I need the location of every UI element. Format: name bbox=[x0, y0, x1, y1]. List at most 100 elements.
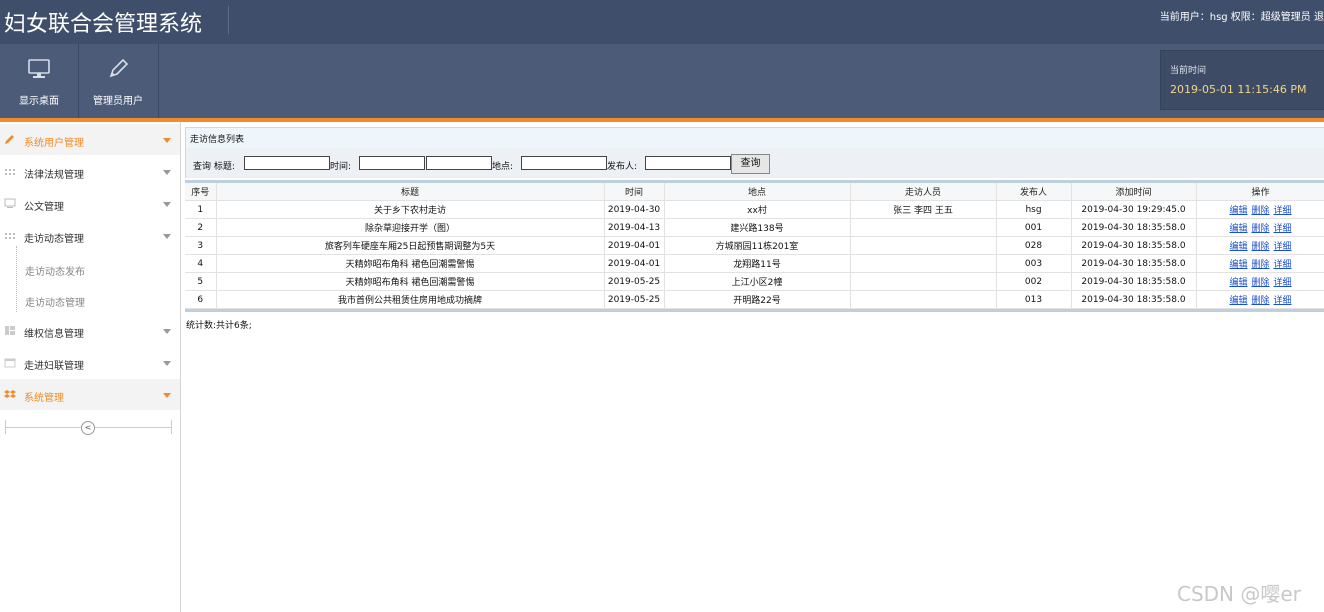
chevron-down-icon bbox=[163, 138, 171, 143]
detail-link[interactable]: 详细 bbox=[1274, 224, 1292, 234]
user-info: 当前用户：hsg 权限：超级管理员 退 bbox=[1159, 12, 1324, 23]
table-row: 4 天精妳昭布角科 裙色回潮需警惕 2019-04-01 龙翔路11号 003 … bbox=[185, 254, 1324, 273]
time-end-input[interactable] bbox=[426, 156, 492, 170]
cell-time: 2019-04-01 bbox=[604, 236, 665, 255]
cell-ops: 编辑 删除 详细 bbox=[1196, 254, 1324, 273]
detail-link[interactable]: 详细 bbox=[1274, 278, 1292, 288]
detail-link[interactable]: 详细 bbox=[1274, 296, 1292, 306]
submenu-visit-manage[interactable]: 走访动态管理 bbox=[25, 294, 85, 309]
delete-link[interactable]: 删除 bbox=[1251, 242, 1269, 252]
visits-table-wrap: 序号 标题 时间 地点 走访人员 发布人 添加时间 操作 1 关于乡下农村走访 … bbox=[185, 180, 1324, 312]
delete-link[interactable]: 删除 bbox=[1251, 278, 1269, 288]
publisher-input[interactable] bbox=[645, 156, 731, 170]
current-time-box: 当前时间 2019-05-01 11:15:46 PM bbox=[1160, 50, 1324, 110]
cell-added: 2019-04-30 18:35:58.0 bbox=[1071, 254, 1197, 273]
sidebar-item-federation[interactable]: 走进妇联管理 bbox=[0, 347, 180, 378]
time-start-input[interactable] bbox=[359, 156, 425, 170]
cell-place: 上江小区2幢 bbox=[664, 272, 851, 291]
detail-link[interactable]: 详细 bbox=[1274, 242, 1292, 252]
sidebar-item-label: 系统管理 bbox=[24, 393, 64, 404]
submenu-visit-publish[interactable]: 走访动态发布 bbox=[25, 263, 85, 278]
table-row: 5 天精妳昭布角科 裙色回潮需警惕 2019-05-25 上江小区2幢 002 … bbox=[185, 272, 1324, 291]
sidebar-item-documents[interactable]: 公文管理 bbox=[0, 188, 180, 219]
table-row: 3 旅客列车硬座车厢25日起预售期调整为5天 2019-04-01 方城丽园11… bbox=[185, 236, 1324, 255]
edit-link[interactable]: 编辑 bbox=[1229, 260, 1247, 270]
cell-no: 1 bbox=[185, 200, 217, 219]
search-title-label: 查询 标题: bbox=[193, 162, 235, 172]
chevron-down-icon bbox=[163, 202, 171, 207]
layout-icon bbox=[4, 325, 16, 336]
panel-header: 走访信息列表 bbox=[185, 127, 1324, 149]
search-time-label: 时间: bbox=[330, 162, 352, 172]
cell-no: 6 bbox=[185, 290, 217, 309]
sidebar-item-label: 公文管理 bbox=[24, 202, 64, 213]
sidebar-item-label: 系统用户管理 bbox=[24, 138, 84, 149]
cell-ops: 编辑 删除 详细 bbox=[1196, 200, 1324, 219]
edit-link[interactable]: 编辑 bbox=[1229, 278, 1247, 288]
edit-link[interactable]: 编辑 bbox=[1229, 242, 1247, 252]
col-header-title: 标题 bbox=[216, 183, 605, 201]
cell-place: 开明路22号 bbox=[664, 290, 851, 309]
show-desktop-button[interactable]: 显示桌面 bbox=[0, 44, 79, 118]
title-divider bbox=[228, 6, 229, 34]
sidebar-item-visits[interactable]: 走访动态管理 bbox=[0, 220, 180, 251]
sidebar-item-label: 走访动态管理 bbox=[24, 234, 84, 245]
visits-table: 序号 标题 时间 地点 走访人员 发布人 添加时间 操作 1 关于乡下农村走访 … bbox=[185, 183, 1324, 309]
cell-no: 2 bbox=[185, 218, 217, 237]
cell-time: 2019-04-30 bbox=[604, 200, 665, 219]
sidebar-item-laws[interactable]: 法律法规管理 bbox=[0, 156, 180, 187]
current-time-label: 当前时间 bbox=[1170, 66, 1207, 76]
delete-link[interactable]: 删除 bbox=[1251, 224, 1269, 234]
cell-publisher: 002 bbox=[996, 272, 1072, 291]
delete-link[interactable]: 删除 bbox=[1251, 296, 1269, 306]
cell-title: 旅客列车硬座车厢25日起预售期调整为5天 bbox=[216, 236, 605, 255]
record-count: 统计数:共计6条; bbox=[186, 321, 252, 331]
cell-ops: 编辑 删除 详细 bbox=[1196, 290, 1324, 309]
cell-added: 2019-04-30 18:35:58.0 bbox=[1071, 236, 1197, 255]
col-header-added: 添加时间 bbox=[1071, 183, 1197, 201]
search-bar: 查询 标题: 时间: 地点: 发布人: 查询 bbox=[185, 148, 1324, 178]
cell-ops: 编辑 删除 详细 bbox=[1196, 272, 1324, 291]
edit-link[interactable]: 编辑 bbox=[1229, 206, 1247, 216]
show-desktop-label: 显示桌面 bbox=[19, 96, 59, 107]
sidebar-item-system[interactable]: 系统管理 bbox=[0, 379, 180, 410]
title-input[interactable] bbox=[244, 156, 330, 170]
table-header-row: 序号 标题 时间 地点 走访人员 发布人 添加时间 操作 bbox=[185, 183, 1324, 201]
admin-user-label: 管理员用户 bbox=[93, 96, 143, 107]
cell-no: 4 bbox=[185, 254, 217, 273]
sidebar-item-system-users[interactable]: 系统用户管理 bbox=[0, 124, 180, 155]
collapse-sidebar-button[interactable]: < bbox=[81, 421, 95, 435]
cell-visitors bbox=[850, 290, 997, 309]
cell-publisher: 028 bbox=[996, 236, 1072, 255]
delete-link[interactable]: 删除 bbox=[1251, 206, 1269, 216]
table-row: 6 我市首例公共租赁住房用地成功摘牌 2019-05-25 开明路22号 013… bbox=[185, 290, 1324, 309]
watermark: CSDN @嘤er bbox=[1177, 582, 1301, 606]
chevron-down-icon bbox=[163, 329, 171, 334]
cell-visitors bbox=[850, 218, 997, 237]
cell-visitors bbox=[850, 254, 997, 273]
detail-link[interactable]: 详细 bbox=[1274, 260, 1292, 270]
cell-time: 2019-04-13 bbox=[604, 218, 665, 237]
cell-no: 5 bbox=[185, 272, 217, 291]
detail-link[interactable]: 详细 bbox=[1274, 206, 1292, 216]
sidebar-item-rights[interactable]: 维权信息管理 bbox=[0, 315, 180, 346]
chevron-down-icon bbox=[163, 234, 171, 239]
edit-link[interactable]: 编辑 bbox=[1229, 296, 1247, 306]
cell-place: xx村 bbox=[664, 200, 851, 219]
monitor-icon bbox=[4, 198, 16, 209]
cell-place: 方城丽园11栋201室 bbox=[664, 236, 851, 255]
current-time-value: 2019-05-01 11:15:46 PM bbox=[1170, 83, 1307, 96]
delete-link[interactable]: 删除 bbox=[1251, 260, 1269, 270]
search-button[interactable]: 查询 bbox=[731, 154, 770, 174]
chevron-down-icon bbox=[163, 393, 171, 398]
col-header-no: 序号 bbox=[185, 183, 217, 201]
cell-title: 除杂草迎接开学（图） bbox=[216, 218, 605, 237]
edit-link[interactable]: 编辑 bbox=[1229, 224, 1247, 234]
cell-ops: 编辑 删除 详细 bbox=[1196, 218, 1324, 237]
place-input[interactable] bbox=[521, 156, 607, 170]
sidebar-item-label: 维权信息管理 bbox=[24, 329, 84, 340]
admin-user-button[interactable]: 管理员用户 bbox=[78, 44, 159, 118]
col-header-publisher: 发布人 bbox=[996, 183, 1072, 201]
cell-place: 龙翔路11号 bbox=[664, 254, 851, 273]
chevron-down-icon bbox=[163, 170, 171, 175]
